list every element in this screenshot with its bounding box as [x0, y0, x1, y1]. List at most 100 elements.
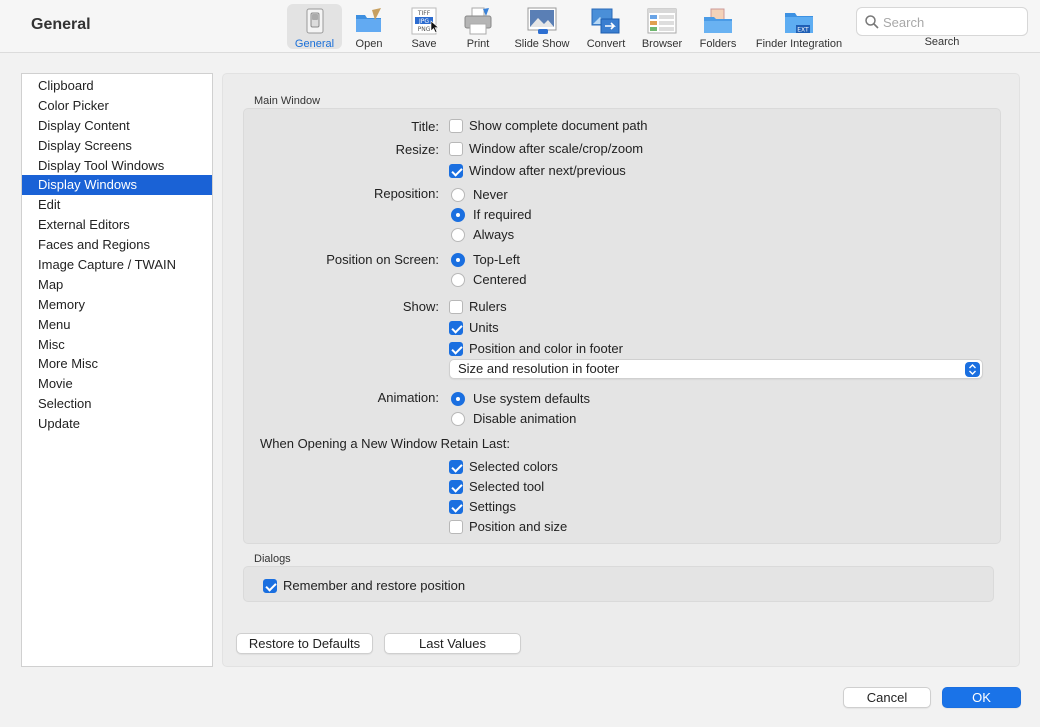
resize-scale-label: Window after scale/crop/zoom: [469, 141, 644, 156]
position-label: Position on Screen:: [326, 252, 439, 267]
finder-extension-icon: EXT: [784, 7, 814, 35]
retain-colors-label: Selected colors: [469, 459, 558, 474]
show-path-label: Show complete document path: [469, 118, 648, 133]
toolbar-open-label: Open: [355, 38, 383, 50]
toolbar-save[interactable]: TIFF JPG PNG Save: [400, 4, 448, 50]
last-values-button[interactable]: Last Values: [384, 633, 521, 654]
retain-label: When Opening a New Window Retain Last:: [260, 436, 511, 451]
sidebar-item-clipboard[interactable]: Clipboard: [22, 76, 212, 96]
search-label: Search: [924, 36, 960, 48]
toolbar-general-label: General: [294, 38, 335, 50]
browser-icon: [647, 7, 677, 35]
animation-label: Animation:: [377, 390, 439, 405]
show-label: Show:: [402, 299, 439, 314]
svg-text:JPG: JPG: [418, 18, 429, 25]
show-position-label: Position and color in footer: [469, 341, 623, 356]
resize-scale-check: [449, 142, 463, 156]
toolbar: General General Open TIFF JPG PNG Save P…: [0, 0, 1040, 53]
sidebar-item-external-editors[interactable]: External Editors: [22, 215, 212, 235]
convert-icon: [591, 7, 621, 35]
animation-system-label: Use system defaults: [473, 391, 591, 406]
sidebar-item-update[interactable]: Update: [22, 414, 212, 434]
sidebar-item-display-content[interactable]: Display Content: [22, 116, 212, 136]
retain-position-size-label: Position and size: [469, 519, 568, 534]
remember-position-label: Remember and restore position: [283, 578, 466, 593]
remember-position-check: [263, 579, 277, 593]
position-centered-dot: [451, 273, 465, 287]
main-window-group-title: Main Window: [254, 95, 321, 107]
toolbar-slide-show[interactable]: Slide Show: [510, 4, 574, 50]
folders-icon: [703, 7, 733, 35]
svg-text:TIFF: TIFF: [417, 10, 431, 17]
sidebar-item-image-capture-twain[interactable]: Image Capture / TWAIN: [22, 255, 212, 275]
chevron-updown-icon: [965, 362, 980, 377]
sidebar-item-display-screens[interactable]: Display Screens: [22, 136, 212, 156]
printer-icon: [463, 7, 493, 35]
show-path-check: [449, 119, 463, 133]
show-units-check: [449, 321, 463, 335]
position-top-left-label: Top-Left: [473, 252, 520, 267]
sidebar-item-more-misc[interactable]: More Misc: [22, 354, 212, 374]
svg-text:PNG: PNG: [418, 26, 431, 33]
toolbar-convert-label: Convert: [586, 38, 626, 50]
svg-text:EXT: EXT: [797, 27, 809, 34]
restore-defaults-button[interactable]: Restore to Defaults: [236, 633, 373, 654]
toolbar-folders-label: Folders: [699, 38, 737, 50]
toolbar-browser[interactable]: Browser: [638, 4, 686, 50]
toolbar-browser-label: Browser: [641, 38, 683, 50]
retain-tool-label: Selected tool: [469, 479, 545, 494]
sidebar-item-faces-and-regions[interactable]: Faces and Regions: [22, 235, 212, 255]
retain-settings-check: [449, 500, 463, 514]
show-units-label: Units: [469, 320, 499, 335]
general-switch-icon: [300, 7, 330, 35]
sidebar-item-edit[interactable]: Edit: [22, 195, 212, 215]
reposition-label: Reposition:: [373, 186, 439, 201]
sidebar-item-map[interactable]: Map: [22, 275, 212, 295]
show-position-check: [449, 342, 463, 356]
toolbar-print[interactable]: Print: [455, 4, 501, 50]
search-icon: [864, 14, 880, 30]
toolbar-open[interactable]: Open: [346, 4, 392, 50]
resize-next-label: Window after next/previous: [469, 163, 626, 178]
sidebar-item-selection[interactable]: Selection: [22, 394, 212, 414]
position-centered-label: Centered: [473, 272, 527, 287]
sidebar-item-misc[interactable]: Misc: [22, 335, 212, 355]
cancel-button[interactable]: Cancel: [843, 687, 931, 708]
footer-info-select-value: Size and resolution in footer: [458, 361, 620, 376]
toolbar-finder-integration-label: Finder Integration: [755, 38, 843, 50]
toolbar-finder-integration[interactable]: EXT Finder Integration: [750, 4, 848, 50]
reposition-never-label: Never: [473, 187, 508, 202]
toolbar-slide-show-label: Slide Show: [514, 38, 570, 50]
sidebar-item-display-tool-windows[interactable]: Display Tool Windows: [22, 156, 212, 176]
retain-tool-check: [449, 480, 463, 494]
save-formats-icon: TIFF JPG PNG: [409, 7, 440, 35]
reposition-if-required-label: If required: [473, 207, 532, 222]
show-rulers-check: [449, 300, 463, 314]
sidebar-item-color-picker[interactable]: Color Picker: [22, 96, 212, 116]
toolbar-print-label: Print: [466, 38, 490, 50]
reposition-always-dot: [451, 228, 465, 242]
toolbar-convert[interactable]: Convert: [580, 4, 632, 50]
animation-disable-dot: [451, 412, 465, 426]
settings-panel: Main Window Title: Show complete documen…: [222, 73, 1020, 667]
sidebar-item-menu[interactable]: Menu: [22, 315, 212, 335]
animation-disable-label: Disable animation: [473, 411, 577, 426]
show-rulers-label: Rulers: [469, 299, 507, 314]
toolbar-folders[interactable]: Folders: [694, 4, 742, 50]
footer-info-select[interactable]: Size and resolution in footer: [449, 359, 983, 379]
retain-position-size-check: [449, 520, 463, 534]
reposition-never-dot: [451, 188, 465, 202]
window-title: General: [31, 16, 91, 33]
sidebar-item-display-windows[interactable]: Display Windows: [22, 175, 212, 196]
search-input[interactable]: [883, 13, 1023, 31]
search-field[interactable]: [856, 7, 1028, 36]
ok-button[interactable]: OK: [942, 687, 1021, 708]
title-label: Title:: [411, 119, 439, 134]
sidebar-item-memory[interactable]: Memory: [22, 295, 212, 315]
resize-next-check: [449, 164, 463, 178]
retain-colors-check: [449, 460, 463, 474]
sidebar-item-movie[interactable]: Movie: [22, 374, 212, 394]
retain-settings-label: Settings: [469, 499, 516, 514]
toolbar-general[interactable]: General: [287, 4, 342, 50]
animation-system-dot: [451, 392, 465, 406]
